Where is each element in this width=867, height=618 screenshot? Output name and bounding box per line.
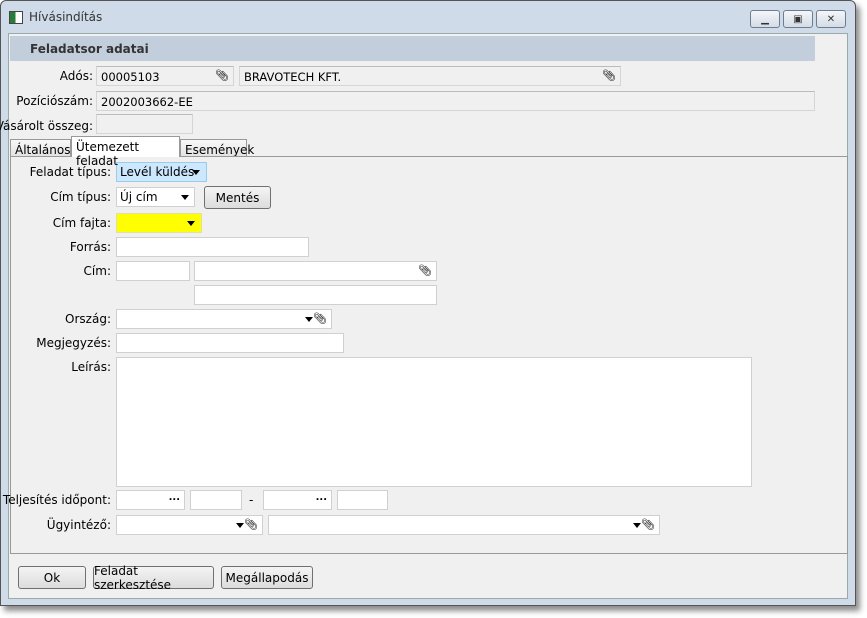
cim-tipus-label: Cím típus: — [50, 190, 111, 204]
caret-down-icon — [187, 221, 195, 226]
app-icon — [9, 10, 23, 24]
ados-code-field[interactable]: 00005103 📎︎ — [96, 66, 234, 86]
teljesites-from-date[interactable]: ... — [116, 490, 185, 510]
megjegyzes-label: Megjegyzés: — [36, 336, 111, 350]
mentes-button[interactable]: Mentés — [204, 186, 271, 209]
range-dash: - — [249, 493, 254, 507]
tab-esemenyek[interactable]: Események — [180, 139, 254, 157]
title-bar: Hívásindítás — [9, 10, 102, 24]
megjegyzes-input[interactable] — [116, 333, 344, 353]
caret-down-icon — [192, 170, 200, 175]
section-header: Feladatsor adatai — [10, 36, 815, 61]
window-title: Hívásindítás — [29, 10, 103, 24]
ugyintezo-name-select[interactable]: 📎︎ — [268, 515, 660, 535]
cim-city-input[interactable]: 📎︎ — [194, 261, 437, 281]
date-picker-icon[interactable]: ... — [169, 492, 180, 503]
feladat-tipus-select[interactable]: Levél küldés — [116, 162, 207, 182]
paperclip-icon[interactable]: 📎︎ — [602, 69, 616, 82]
vasarolt-field[interactable] — [96, 114, 193, 134]
leiras-textarea[interactable] — [116, 357, 752, 487]
ugyintezo-label: Ügyintéző: — [46, 518, 111, 532]
cim-zip-input[interactable] — [116, 261, 190, 281]
teljesites-label: Teljesítés időpont: — [2, 493, 111, 507]
teljesites-to-time[interactable] — [337, 490, 388, 510]
megallapodas-button[interactable]: Megállapodás — [221, 566, 313, 589]
ok-button[interactable]: Ok — [18, 566, 86, 589]
caret-down-icon — [236, 523, 244, 528]
caret-down-icon — [305, 317, 313, 322]
pozicio-label: Pozíciószám: — [16, 94, 93, 108]
caret-down-icon — [633, 523, 641, 528]
client-area: Feladatsor adatai Adós: 00005103 📎︎ BRAVO… — [0, 33, 848, 599]
ados-label: Adós: — [59, 69, 93, 83]
cim-fajta-select[interactable] — [116, 213, 202, 233]
paperclip-icon[interactable]: 📎︎ — [244, 518, 258, 531]
cim-fajta-label: Cím fajta: — [52, 216, 111, 230]
cim-label: Cím: — [83, 264, 111, 278]
paperclip-icon[interactable]: 📎︎ — [641, 518, 655, 531]
paperclip-icon[interactable]: 📎︎ — [418, 264, 432, 277]
ugyintezo-code-select[interactable]: 📎︎ — [116, 515, 263, 535]
paperclip-icon[interactable]: 📎︎ — [313, 312, 327, 325]
ados-name-field[interactable]: BRAVOTECH KFT. 📎︎ — [239, 66, 621, 86]
orszag-select[interactable]: 📎︎ — [116, 309, 332, 329]
tab-panel: Feladat típus: Levél küldés Cím típus: Ú… — [3, 156, 848, 554]
caret-down-icon — [181, 195, 189, 200]
pozicio-field[interactable]: 2002003662-EE — [96, 91, 815, 111]
feladat-szerkesztese-button[interactable]: Feladat szerkesztése — [93, 564, 214, 592]
orszag-label: Ország: — [65, 312, 111, 326]
forras-input[interactable] — [116, 237, 309, 257]
close-button[interactable]: ✕ — [816, 10, 846, 28]
paperclip-icon[interactable]: 📎︎ — [215, 69, 229, 82]
tab-altalanos[interactable]: Általános — [10, 139, 71, 157]
vasarolt-label: Vásárolt összeg: — [0, 119, 93, 133]
maximize-button[interactable]: ▣ — [783, 10, 813, 28]
cim-tipus-select[interactable]: Új cím — [116, 187, 195, 207]
tab-utemezett-feladat[interactable]: Ütemezett feladat — [71, 136, 180, 168]
cim-street-input[interactable] — [194, 285, 437, 305]
date-picker-icon[interactable]: ... — [316, 492, 327, 503]
teljesites-to-date[interactable]: ... — [263, 490, 332, 510]
minimize-button[interactable]: ▁ — [750, 10, 780, 28]
forras-label: Forrás: — [69, 240, 111, 254]
dialog-window: Hívásindítás ▁ ▣ ✕ Feladatsor adatai Adó… — [0, 0, 856, 606]
teljesites-from-time[interactable] — [190, 490, 242, 510]
leiras-label: Leírás: — [71, 360, 111, 374]
